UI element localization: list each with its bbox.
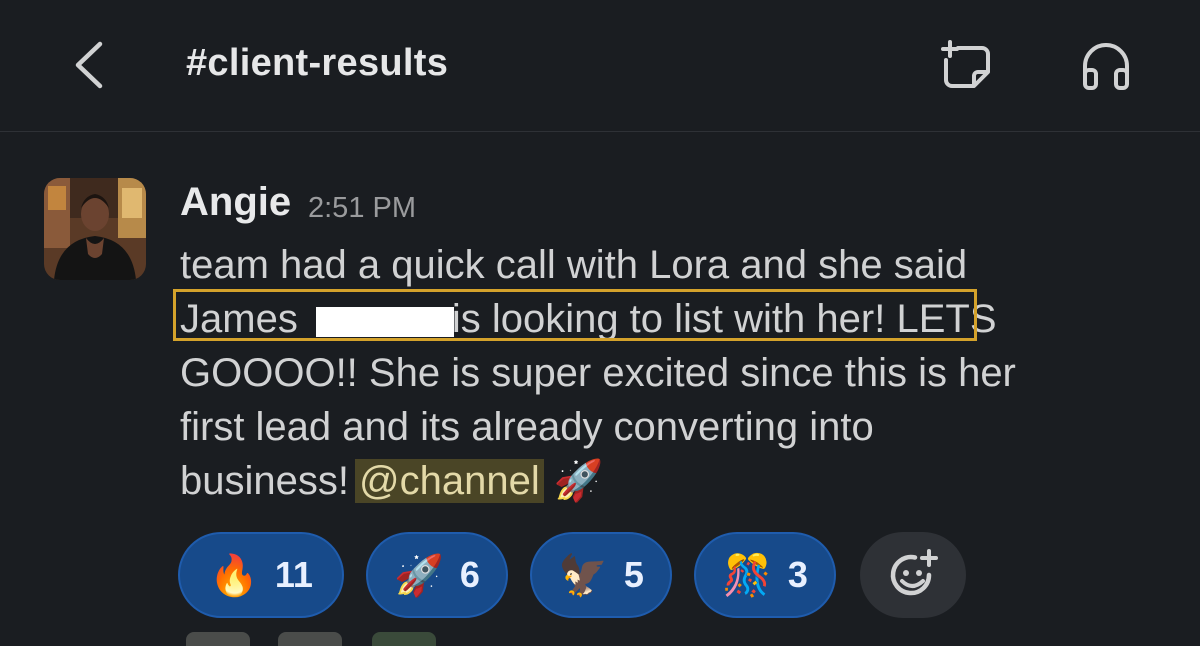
reaction-eagle[interactable]: 🦅 5 xyxy=(530,532,672,618)
channel-title[interactable]: #client-results xyxy=(186,42,448,85)
fire-icon: 🔥 xyxy=(209,553,259,598)
back-button[interactable] xyxy=(66,36,116,94)
eagle-icon: 🦅 xyxy=(558,553,608,598)
reaction-rocket[interactable]: 🚀 6 xyxy=(366,532,508,618)
message-line: business! @channel 🚀 xyxy=(180,454,604,508)
add-emoji-icon xyxy=(890,549,938,596)
confetti-icon: 🎊 xyxy=(722,553,772,598)
new-canvas-icon xyxy=(941,40,990,88)
reaction-avatar-peek xyxy=(278,632,342,646)
reaction-count: 6 xyxy=(459,554,480,595)
sender-name[interactable]: Angie xyxy=(180,180,291,225)
channel-mention[interactable]: @channel xyxy=(354,459,544,503)
highlight-annotation xyxy=(173,289,977,341)
rocket-emoji: 🚀 xyxy=(553,459,604,503)
huddle-button[interactable] xyxy=(1078,40,1134,94)
message-text: business! xyxy=(180,459,349,503)
avatar[interactable] xyxy=(44,178,146,280)
message-timestamp[interactable]: 2:51 PM xyxy=(308,192,416,225)
reaction-avatar-peek xyxy=(372,632,436,646)
avatar-photo xyxy=(44,178,146,280)
reaction-count: 11 xyxy=(274,554,313,595)
reaction-count: 3 xyxy=(787,554,808,595)
chevron-left-icon xyxy=(75,41,103,89)
redaction-box xyxy=(316,307,454,337)
new-canvas-button[interactable] xyxy=(940,38,996,94)
reaction-fire[interactable]: 🔥 11 xyxy=(178,532,344,618)
headphones-icon xyxy=(1083,43,1129,90)
channel-header: #client-results xyxy=(0,0,1200,132)
reaction-avatar-peek xyxy=(186,632,250,646)
rocket-icon: 🚀 xyxy=(394,553,444,598)
message-line: GOOOO!! She is super excited since this … xyxy=(180,351,1016,395)
reaction-count: 5 xyxy=(623,554,644,595)
message-line: first lead and its already converting in… xyxy=(180,405,874,449)
add-reaction-button[interactable] xyxy=(860,532,966,618)
message-line: team had a quick call with Lora and she … xyxy=(180,243,968,287)
reaction-confetti[interactable]: 🎊 3 xyxy=(694,532,836,618)
